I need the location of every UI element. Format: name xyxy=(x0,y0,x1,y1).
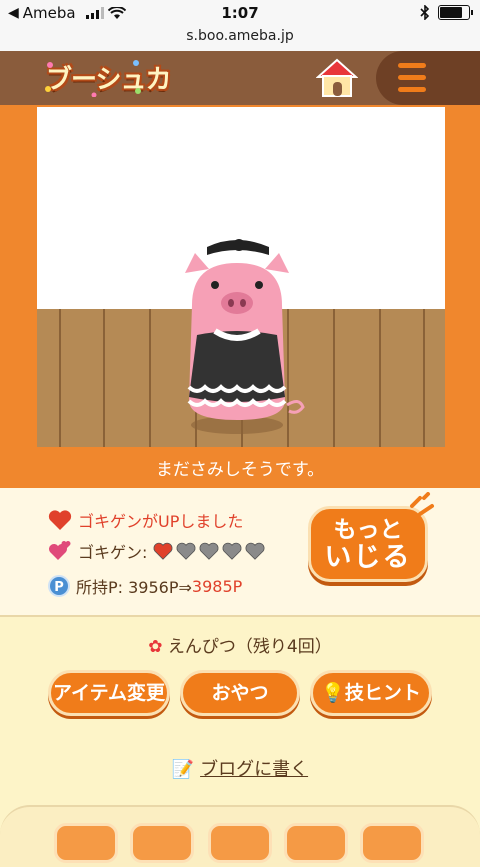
empty-heart-icon xyxy=(199,542,219,560)
tray-clothes-icon[interactable] xyxy=(208,823,272,863)
address-bar[interactable]: s.boo.ameba.jp xyxy=(0,27,480,52)
tray-house-icon[interactable] xyxy=(130,823,194,863)
hint-button[interactable]: 💡技ヒント xyxy=(310,670,432,716)
write-blog-link[interactable]: ブログに書く xyxy=(200,759,308,780)
tray-flower-icon[interactable] xyxy=(54,823,118,863)
heart-icon xyxy=(48,510,72,530)
mood-label: ゴキゲン: xyxy=(78,543,148,562)
clock-time: 1:07 xyxy=(221,4,259,22)
bluetooth-icon xyxy=(420,5,430,20)
app-header: ブーシュカ xyxy=(0,51,480,105)
double-heart-icon xyxy=(49,541,71,560)
status-bar: ◀ Ameba 1:07 xyxy=(0,0,480,27)
empty-heart-icon xyxy=(222,542,242,560)
points-new-value: 3985P xyxy=(191,576,243,596)
item-line-text: えんぴつ（残り4回） xyxy=(167,637,332,657)
actions-area: ✿ えんぴつ（残り4回） アイテム変更 おやつ 💡技ヒント 📝 ブログに書く xyxy=(0,617,480,867)
empty-heart-icon xyxy=(245,542,265,560)
pet-stage: まださみしそうです。 xyxy=(0,105,480,488)
pig-character[interactable] xyxy=(157,235,327,435)
tray-food-icon[interactable] xyxy=(284,823,348,863)
pet-room[interactable] xyxy=(37,107,445,447)
notepad-icon: 📝 xyxy=(171,759,195,780)
empty-heart-icon xyxy=(176,542,196,560)
play-button-line2: いじる xyxy=(324,542,412,573)
item-change-button[interactable]: アイテム変更 xyxy=(48,670,170,716)
tray-face-icon[interactable] xyxy=(360,823,424,863)
filled-heart-icon xyxy=(153,542,173,560)
bottom-item-tray xyxy=(0,805,480,867)
pet-status-caption: まださみしそうです。 xyxy=(155,460,325,480)
mood-hearts xyxy=(153,542,265,560)
snack-button[interactable]: おやつ xyxy=(180,670,300,716)
hamburger-menu-icon[interactable] xyxy=(376,51,480,105)
points-row: P 所持P: 3956P⇒ 3985P xyxy=(48,574,242,598)
app-logo[interactable]: ブーシュカ xyxy=(46,59,171,96)
sparkle-icon xyxy=(410,492,434,516)
hint-button-label: 技ヒント xyxy=(344,682,421,704)
battery-icon xyxy=(438,5,473,20)
lightbulb-icon: 💡 xyxy=(321,682,345,704)
points-badge-icon: P xyxy=(48,575,70,597)
mood-up-row: ゴキゲンがUPしました xyxy=(48,508,243,532)
mood-row: ゴキゲン: xyxy=(48,539,265,563)
house-icon[interactable] xyxy=(316,57,358,99)
item-line: ✿ えんぴつ（残り4回） xyxy=(0,632,480,657)
mood-up-text: ゴキゲンがUPしました xyxy=(78,512,244,531)
points-label: 所持P: 3956P⇒ xyxy=(76,578,192,597)
status-panel: ゴキゲンがUPしました ゴキゲン: P 所持P: 3956P⇒ 3985P もっと… xyxy=(0,488,480,617)
blog-link-row: 📝 ブログに書く xyxy=(0,755,480,781)
pencil-item-icon: ✿ xyxy=(148,637,163,657)
